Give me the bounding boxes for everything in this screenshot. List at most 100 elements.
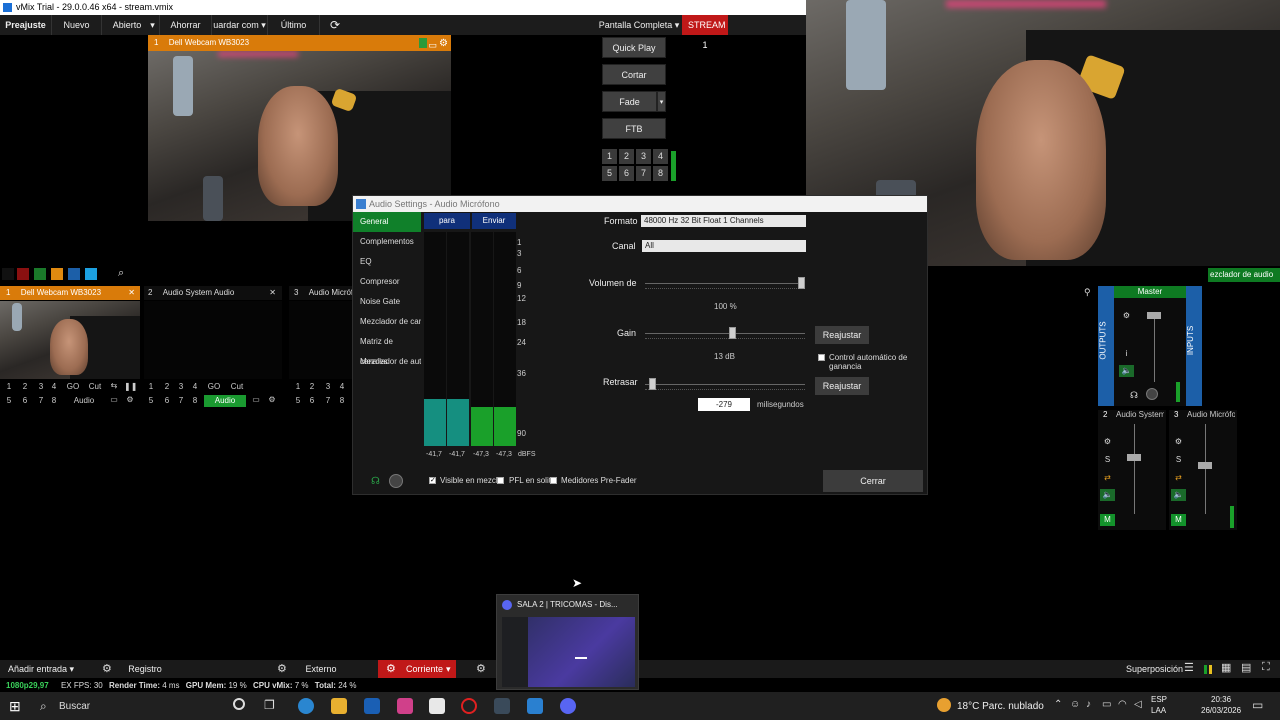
dialog-menu-mezclador-autobus[interactable]: Mezclador de autob <box>353 352 421 372</box>
transition-number[interactable]: 6 <box>619 166 634 181</box>
chevron-up-icon[interactable]: ⌃ <box>1054 699 1062 710</box>
gear-icon[interactable]: ⚙ <box>386 662 396 675</box>
input-3-overlay-3[interactable]: 3 <box>323 382 333 391</box>
corriente-dropdown-icon[interactable]: ▾ <box>446 660 451 678</box>
solo-button[interactable]: S <box>1171 454 1186 466</box>
refresh-icon[interactable]: ⟳ <box>322 15 348 35</box>
outputs-tab[interactable]: OUTPUTS <box>1098 286 1114 406</box>
gear-icon[interactable]: ⚙ <box>1119 310 1134 322</box>
input-3-overlay-1[interactable]: 1 <box>293 382 303 391</box>
gain-slider[interactable] <box>645 327 805 341</box>
dialog-menu-mezclador-canales[interactable]: Mezclador de cana <box>353 312 421 332</box>
input-1-overlay-2[interactable]: 2 <box>20 382 30 391</box>
weather-text[interactable]: 18°C Parc. nublado <box>957 701 1044 712</box>
input-3-overlay-8[interactable]: 8 <box>337 396 347 405</box>
speaker-icon[interactable]: 🔈 <box>1171 489 1186 501</box>
input-1-go[interactable]: GO <box>64 382 82 391</box>
menu-preajuste[interactable]: Preajuste <box>0 15 52 35</box>
people-icon[interactable]: ☺ <box>1070 699 1080 710</box>
pause-icon[interactable]: ❚❚ <box>124 382 137 391</box>
abierto-dropdown-icon[interactable]: ▾ <box>146 15 160 35</box>
auto-gain-checkbox[interactable] <box>818 354 825 361</box>
color-green-button[interactable] <box>34 268 46 280</box>
input-2-thumbnail[interactable] <box>144 301 282 379</box>
input-2-overlay-6[interactable]: 6 <box>162 396 172 405</box>
input-2-go[interactable]: GO <box>205 382 223 391</box>
audio-mixer-label[interactable]: ezclador de audio <box>1208 268 1280 282</box>
canal-select[interactable]: All <box>642 240 806 252</box>
store-icon[interactable] <box>429 698 445 714</box>
input-3-overlay-6[interactable]: 6 <box>307 396 317 405</box>
strip-3-fader-knob[interactable] <box>1198 462 1212 469</box>
preview-gear-icon[interactable]: ⚙ <box>439 36 448 52</box>
menu-icon[interactable]: ☰ <box>1184 661 1194 674</box>
input-2-overlay-8[interactable]: 8 <box>190 396 200 405</box>
discord-taskbar-icon[interactable] <box>560 698 576 714</box>
solo-button[interactable]: S <box>1100 454 1115 466</box>
volume-icon[interactable]: ◁ <box>1134 699 1142 710</box>
anadir-entrada-button[interactable]: Añadir entrada ▾ <box>0 660 84 678</box>
dialog-menu-noise-gate[interactable]: Noise Gate <box>353 292 421 312</box>
input-2-overlay-3[interactable]: 3 <box>176 382 186 391</box>
registro-button[interactable]: Registro <box>120 660 170 678</box>
monitor-icon[interactable]: ▭ <box>250 395 262 404</box>
gear-icon[interactable]: ⚙ <box>277 662 287 675</box>
headphones-icon[interactable]: ☊ <box>1130 390 1138 401</box>
input-3-overlay-5[interactable]: 5 <box>293 396 303 405</box>
loop-icon[interactable]: ⇆ <box>108 381 120 390</box>
monitor-knob[interactable] <box>389 474 403 488</box>
photos-icon[interactable] <box>397 698 413 714</box>
input-2-overlay-4[interactable]: 4 <box>190 382 200 391</box>
gear-icon[interactable]: ⚙ <box>1171 436 1186 448</box>
meter-tab-enviar[interactable]: Enviar <box>472 213 516 229</box>
pin-icon[interactable]: ⚲ <box>1084 287 1091 298</box>
transition-number[interactable]: 7 <box>636 166 651 181</box>
master-fader-knob[interactable] <box>1147 312 1161 319</box>
dialog-menu-complementos[interactable]: Complementos <box>353 232 421 252</box>
bus-icon[interactable]: ⇄ <box>1171 472 1186 484</box>
quick-play-button[interactable]: Quick Play <box>602 37 666 58</box>
input-1-overlay-6[interactable]: 6 <box>20 396 30 405</box>
app-icon[interactable] <box>494 698 510 714</box>
input-2-header[interactable]: 2 Audio System Audio ✕ <box>144 286 282 300</box>
weather-icon[interactable] <box>937 698 951 712</box>
headphones-icon[interactable]: ☊ <box>371 476 380 487</box>
edge-icon[interactable] <box>298 698 314 714</box>
gear-icon[interactable]: ⚙ <box>102 662 112 675</box>
input-2-overlay-1[interactable]: 1 <box>146 382 156 391</box>
input-1-overlay-8[interactable]: 8 <box>49 396 59 405</box>
color-orange-button[interactable] <box>51 268 63 280</box>
task-view-icon[interactable]: ❐ <box>264 698 275 712</box>
wifi-icon[interactable]: ◠ <box>1118 699 1127 710</box>
meter-tab-para[interactable]: para <box>424 213 470 229</box>
fade-dropdown-icon[interactable]: ▾ <box>657 91 666 112</box>
color-blue-button[interactable] <box>68 268 80 280</box>
volumen-knob[interactable] <box>798 277 805 289</box>
monitor-icon[interactable]: ▭ <box>108 395 120 404</box>
multiview-icon[interactable]: ▤ <box>1241 661 1251 674</box>
retrasar-input[interactable]: -279 <box>698 398 750 411</box>
corriente-button[interactable]: Corriente <box>406 660 443 678</box>
vmix-taskbar-icon[interactable] <box>527 698 543 714</box>
visible-checkbox[interactable]: ✓ <box>429 477 436 484</box>
retrasar-slider[interactable] <box>645 378 805 392</box>
mute-button[interactable]: M <box>1100 514 1115 526</box>
notification-icon[interactable]: ▭ <box>1252 698 1263 712</box>
input-3-overlay-4[interactable]: 4 <box>337 382 347 391</box>
monitor-knob[interactable] <box>1146 388 1158 400</box>
outlook-icon[interactable] <box>364 698 380 714</box>
network-icon[interactable]: ▭ <box>1102 699 1111 710</box>
bus-icon[interactable]: ⇄ <box>1100 472 1115 484</box>
close-icon[interactable]: ✕ <box>128 286 135 300</box>
gain-reajustar-button[interactable]: Reajustar <box>815 326 869 344</box>
input-2-cut[interactable]: Cut <box>228 382 246 391</box>
transition-number[interactable]: 4 <box>653 149 668 164</box>
mic-icon[interactable]: ♪ <box>1086 699 1091 710</box>
gain-knob[interactable] <box>729 327 736 339</box>
inputs-tab[interactable]: INPUTS <box>1186 286 1202 406</box>
close-icon[interactable]: ✕ <box>269 286 276 300</box>
dialog-menu-eq[interactable]: EQ <box>353 252 421 272</box>
input-2-overlay-2[interactable]: 2 <box>162 382 172 391</box>
input-1-thumbnail[interactable] <box>0 301 140 379</box>
input-3-thumbnail[interactable] <box>289 301 352 379</box>
